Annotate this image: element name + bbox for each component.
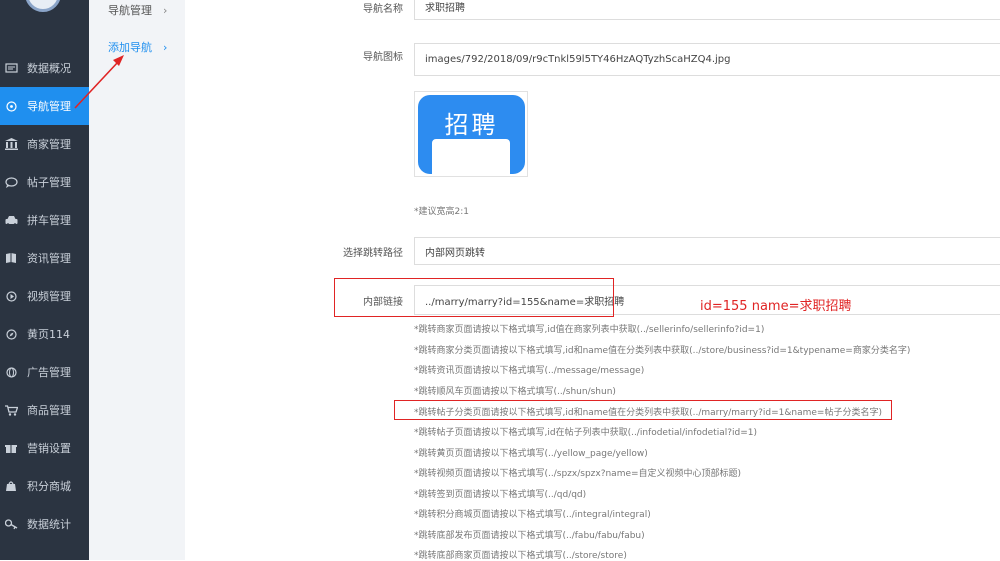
sidebar-item-label: 资讯管理 bbox=[27, 252, 71, 265]
route-select[interactable]: 内部网页跳转 bbox=[414, 237, 1000, 265]
hint-line: *跳转签到页面请按以下格式填写(../qd/qd) bbox=[414, 490, 587, 500]
hint-line: *跳转底部发布页面请按以下格式填写(../fabu/fabu/fabu) bbox=[414, 531, 645, 541]
sidebar-item-ads[interactable]: 广告管理 bbox=[0, 353, 89, 391]
sidebar-item-dashboard[interactable]: 数据概况 bbox=[0, 49, 89, 87]
sidebar-item-label: 黄页114 bbox=[27, 328, 70, 341]
route-label: 选择跳转路径 bbox=[343, 248, 403, 259]
hint-line: *跳转资讯页面请按以下格式填写(../message/message) bbox=[414, 366, 645, 376]
submenu-item-add-nav[interactable]: 添加导航 › bbox=[89, 37, 185, 57]
sidebar-item-videos[interactable]: 视频管理 bbox=[0, 277, 89, 315]
hint-line: *跳转帖子页面请按以下格式填写,id在帖子列表中获取(../infodetial… bbox=[414, 428, 757, 438]
compass-icon bbox=[4, 99, 18, 113]
icon-preview-image[interactable]: 招聘 bbox=[414, 91, 528, 177]
sidebar-item-label: 视频管理 bbox=[27, 290, 71, 303]
shop-icon bbox=[4, 479, 18, 493]
globe-icon bbox=[4, 365, 18, 379]
car-icon bbox=[4, 213, 18, 227]
sidebar-item-label: 数据概况 bbox=[27, 62, 71, 75]
cart-icon bbox=[4, 403, 18, 417]
avatar[interactable] bbox=[25, 0, 61, 12]
chat-icon bbox=[4, 175, 18, 189]
sidebar-item-yellow-pages[interactable]: 黄页114 bbox=[0, 315, 89, 353]
sidebar-item-news[interactable]: 资讯管理 bbox=[0, 239, 89, 277]
book-icon bbox=[4, 251, 18, 265]
hint-line: *跳转商家分类页面请按以下格式填写,id和name值在分类列表中获取(../st… bbox=[414, 346, 911, 356]
hint-line: *跳转商家页面请按以下格式填写,id值在商家列表中获取(../sellerinf… bbox=[414, 325, 765, 335]
chevron-right-icon: › bbox=[163, 3, 168, 17]
sidebar-item-label: 数据统计 bbox=[27, 518, 71, 531]
sidebar-item-merchants[interactable]: 商家管理 bbox=[0, 125, 89, 163]
gift-icon bbox=[4, 441, 18, 455]
recruit-icon: 招聘 bbox=[418, 95, 525, 174]
monitor-icon bbox=[4, 61, 18, 75]
nav-icon-input[interactable]: images/792/2018/09/r9cTnkl59l5TY46HzAQTy… bbox=[414, 43, 1000, 76]
highlight-box-link bbox=[334, 278, 614, 317]
sidebar-item-products[interactable]: 商品管理 bbox=[0, 391, 89, 429]
submenu-item-nav-manage[interactable]: 导航管理 › bbox=[89, 0, 185, 20]
sidebar-item-label: 帖子管理 bbox=[27, 176, 71, 189]
hint-line: *跳转积分商城页面请按以下格式填写(../integral/integral) bbox=[414, 510, 651, 520]
sidebar-item-marketing[interactable]: 营销设置 bbox=[0, 429, 89, 467]
sidebar-item-carpool[interactable]: 拼车管理 bbox=[0, 201, 89, 239]
sidebar-item-label: 广告管理 bbox=[27, 366, 71, 379]
sub-menu: 导航管理 › 添加导航 › bbox=[89, 0, 185, 560]
sidebar-item-label: 拼车管理 bbox=[27, 214, 71, 227]
sidebar-item-label: 积分商城 bbox=[27, 480, 71, 493]
compass2-icon bbox=[4, 327, 18, 341]
nav-name-input[interactable]: 求职招聘 bbox=[414, 0, 1000, 20]
annotation-text: id=155 name=求职招聘 bbox=[700, 299, 852, 314]
sidebar-item-label: 商品管理 bbox=[27, 404, 71, 417]
hint-line: *跳转底部商家页面请按以下格式填写(../store/store) bbox=[414, 551, 627, 561]
bank-icon bbox=[4, 137, 18, 151]
main-sidebar: 数据概况 导航管理 商家管理 帖子管理 拼车管理 资讯管理 视频管理 黄页114… bbox=[0, 0, 89, 560]
sidebar-item-navigation[interactable]: 导航管理 bbox=[0, 87, 89, 125]
size-hint: *建议宽高2:1 bbox=[414, 207, 469, 217]
highlight-box-hint bbox=[394, 400, 892, 420]
hint-line: *跳转顺风车页面请按以下格式填写(../shun/shun) bbox=[414, 387, 616, 397]
sidebar-item-label: 导航管理 bbox=[27, 100, 71, 113]
sidebar-item-statistics[interactable]: 数据统计 bbox=[0, 505, 89, 543]
nav-name-label: 导航名称 bbox=[363, 4, 403, 15]
chevron-right-icon: › bbox=[163, 40, 168, 54]
sidebar-item-label: 商家管理 bbox=[27, 138, 71, 151]
sidebar-item-points-mall[interactable]: 积分商城 bbox=[0, 467, 89, 505]
key-icon bbox=[4, 517, 18, 531]
sidebar-item-label: 营销设置 bbox=[27, 442, 71, 455]
sidebar-item-posts[interactable]: 帖子管理 bbox=[0, 163, 89, 201]
nav-icon-label: 导航图标 bbox=[363, 52, 403, 63]
hint-line: *跳转视频页面请按以下格式填写(../spzx/spzx?name=自定义视频中… bbox=[414, 469, 742, 479]
hint-line: *跳转黄页页面请按以下格式填写(../yellow_page/yellow) bbox=[414, 449, 648, 459]
play-icon bbox=[4, 289, 18, 303]
